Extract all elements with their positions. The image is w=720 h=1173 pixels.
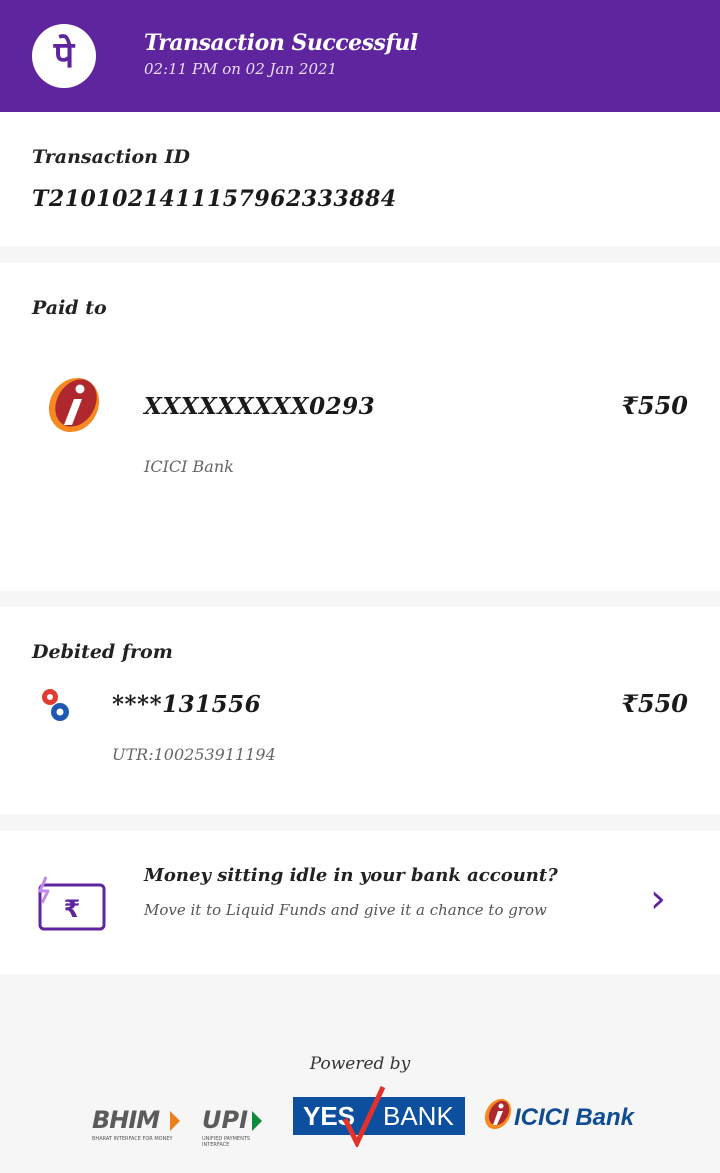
bhim-text: BHIM (92, 1106, 160, 1134)
promo-subtitle: Move it to Liquid Funds and give it a ch… (144, 901, 547, 919)
bhim-arrow-icon (170, 1111, 180, 1131)
yes-bank-text-bank: BANK (383, 1101, 454, 1131)
icici-bank-text: ICICI Bank (514, 1104, 635, 1131)
yes-bank-logo: YES BANK (293, 1085, 465, 1147)
paid-to-card: Paid to XXXXXXXXX0293 ICICI Bank ₹550 (0, 263, 720, 591)
paid-amount: ₹550 (621, 391, 688, 420)
paid-to-label: Paid to (32, 297, 107, 319)
transaction-id-value[interactable]: T2101021411157962333884 (32, 186, 397, 212)
promo-title: Money sitting idle in your bank account? (144, 865, 558, 886)
svg-text:₹: ₹ (64, 895, 81, 923)
rupee-wallet-icon: ₹ (36, 873, 108, 933)
transaction-id-card: Transaction ID T2101021411157962333884 (0, 112, 720, 246)
debited-from-label: Debited from (32, 641, 173, 663)
upi-text: UPI (202, 1106, 249, 1134)
chevron-right-icon[interactable]: › (650, 879, 666, 919)
utr-number: UTR:100253911194 (112, 745, 276, 764)
icici-bank-small-icon (484, 1098, 512, 1130)
debited-from-card: Debited from ****131556 UTR:100253911194… (0, 607, 720, 814)
bhim-upi-logo: BHIM UPI BHARAT INTERFACE FOR MONEY UNIF… (92, 1106, 278, 1148)
header-bar: पे Transaction Successful 02:11 PM on 02… (0, 0, 720, 112)
powered-by-label: Powered by (309, 1054, 411, 1074)
icici-bank-logo: ICICI Bank (482, 1096, 662, 1136)
phonepe-logo: पे (32, 17, 96, 95)
payee-bank-name: ICICI Bank (144, 457, 234, 476)
upi-tagline: UNIFIED PAYMENTS INTERFACE (202, 1136, 251, 1148)
upi-arrow-icon (252, 1111, 262, 1131)
bank-of-baroda-icon (40, 685, 72, 725)
status-timestamp: 02:11 PM on 02 Jan 2021 (144, 60, 338, 78)
liquid-funds-promo[interactable]: ₹ Money sitting idle in your bank accoun… (0, 831, 720, 974)
yes-bank-tick-icon (342, 1085, 386, 1147)
transaction-id-label: Transaction ID (32, 146, 190, 168)
debit-account: ****131556 (112, 691, 262, 718)
payee-account: XXXXXXXXX0293 (144, 393, 376, 420)
debited-amount: ₹550 (621, 689, 688, 718)
icici-bank-icon (40, 375, 104, 439)
partner-logos: BHIM UPI BHARAT INTERFACE FOR MONEY UNIF… (0, 1085, 720, 1148)
status-title: Transaction Successful (144, 30, 418, 56)
bhim-tagline: BHARAT INTERFACE FOR MONEY (92, 1136, 173, 1142)
phonepe-logo-glyph: पे (53, 35, 75, 76)
